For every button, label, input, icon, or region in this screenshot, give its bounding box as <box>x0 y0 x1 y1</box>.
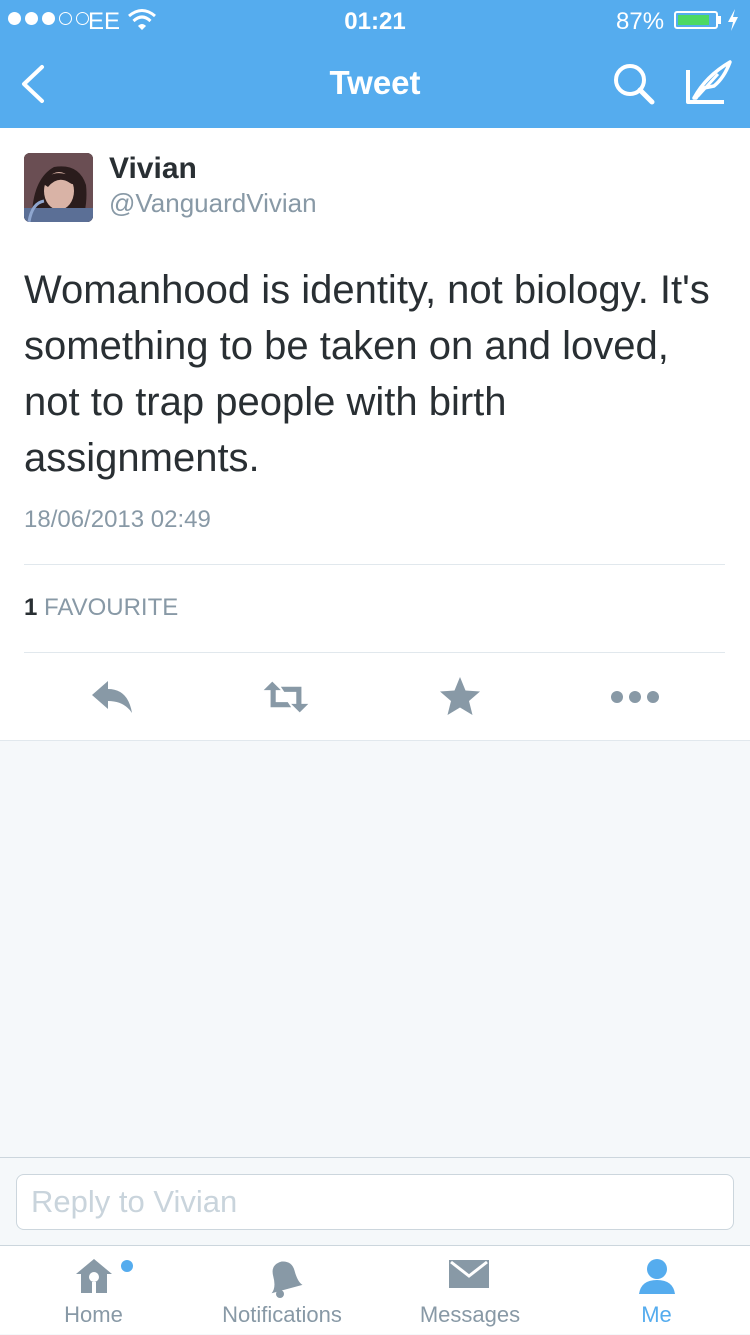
bell-icon <box>271 1261 303 1298</box>
tab-notifications[interactable]: Notifications <box>187 1246 377 1335</box>
user-name[interactable]: Vivian <box>109 152 197 186</box>
reply-bar <box>0 1157 750 1246</box>
favourites-count[interactable]: 1 FAVOURITE <box>24 594 178 622</box>
tab-messages[interactable]: Messages <box>377 1246 563 1335</box>
tab-label: Home <box>64 1302 123 1327</box>
battery-percent: 87% <box>616 8 665 35</box>
envelope-icon <box>449 1260 489 1288</box>
search-icon[interactable] <box>610 60 658 108</box>
tweet-text: Womanhood is identity, not biology. It's… <box>24 268 710 480</box>
battery-tip <box>718 16 721 24</box>
notification-dot <box>121 1260 133 1272</box>
star-icon[interactable] <box>436 673 484 721</box>
tab-home[interactable]: Home <box>0 1246 187 1335</box>
person-icon <box>639 1259 675 1294</box>
tweet-timestamp: 18/06/2013 02:49 <box>24 506 211 533</box>
avatar-image <box>24 153 93 222</box>
status-bar: EE 01:21 87% <box>0 0 750 40</box>
tab-bar: Home Notifications Messages Me <box>0 1245 750 1334</box>
tweet-detail: Vivian @VanguardVivian Womanhood is iden… <box>0 128 750 741</box>
favourite-count-label: FAVOURITE <box>44 594 179 621</box>
tab-me[interactable]: Me <box>563 1246 750 1335</box>
reply-input[interactable] <box>16 1174 734 1230</box>
favourite-count-number: 1 <box>24 594 38 621</box>
compose-quill-icon[interactable] <box>684 58 734 108</box>
retweet-icon[interactable] <box>262 673 310 721</box>
user-handle[interactable]: @VanguardVivian <box>109 188 317 219</box>
header: EE 01:21 87% Tweet <box>0 0 750 128</box>
divider <box>24 652 725 653</box>
battery-icon <box>674 11 718 29</box>
more-icon[interactable] <box>610 673 660 721</box>
tab-label: Messages <box>419 1302 521 1327</box>
reply-icon[interactable] <box>88 673 136 721</box>
avatar[interactable] <box>24 153 93 222</box>
home-icon <box>76 1259 112 1293</box>
divider <box>24 564 725 565</box>
tab-label: Notifications <box>222 1302 342 1327</box>
tab-label: Me <box>641 1302 672 1327</box>
charging-bolt-icon <box>728 9 738 31</box>
